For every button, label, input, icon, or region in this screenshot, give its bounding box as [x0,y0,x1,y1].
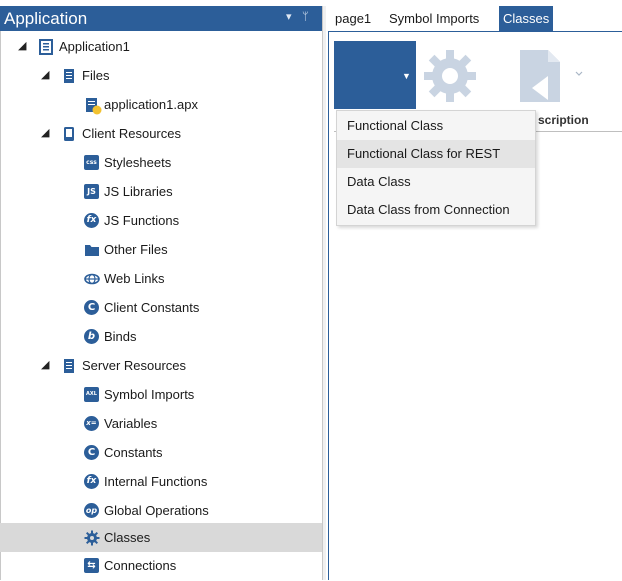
solution-explorer-panel: Application ▾ ᛘ ◢ Application1 ◢ Files a… [0,0,326,580]
document-icon [520,50,583,102]
constant-icon: C [84,445,100,461]
column-header-description[interactable]: scription [538,113,589,127]
tree-item-label: Client Constants [104,300,200,315]
files-icon [61,68,77,84]
tree-item-other-files[interactable]: Other Files [0,236,322,265]
tree-item-label: Global Operations [104,503,209,518]
fx-icon: fx [84,213,100,229]
panel-menu-icon[interactable]: ▾ [286,10,292,24]
tree-item-js-functions[interactable]: fx JS Functions [0,207,322,236]
connection-icon: ⇆ [84,558,100,574]
constant-icon: C [84,300,100,316]
gear-icon [424,50,476,102]
menu-item-functional-class-rest[interactable]: Functional Class for REST [337,140,535,168]
fx-icon: fx [84,474,100,490]
add-class-menu: Functional Class Functional Class for RE… [336,110,536,226]
tree-item-label: Symbol Imports [104,387,195,402]
tree-item-binds[interactable]: b Binds [0,323,322,352]
tree-item-web-links[interactable]: Web Links [0,265,322,294]
tree-item-label: Classes [104,530,151,545]
tree-item-label: Variables [104,416,158,431]
chevron-down-icon: ▼ [402,71,411,81]
web-link-icon [84,271,100,287]
tree-item-label: Other Files [104,242,168,257]
bind-icon: b [84,329,100,345]
tree-item-label: Files [82,68,110,83]
js-icon: JS [84,184,100,200]
tab-symbol-imports[interactable]: Symbol Imports [389,6,479,31]
variable-icon: x= [84,416,100,432]
tree-item-label: Application1 [59,39,130,54]
tree-item-symbol-imports[interactable]: AXL Symbol Imports [0,381,322,410]
server-resources-icon [61,358,77,374]
expand-arrow-icon[interactable]: ◢ [41,126,49,140]
tab-classes[interactable]: Classes [499,6,554,31]
tree-item-client-resources[interactable]: ◢ Client Resources [0,120,322,149]
operation-icon: op [84,503,100,519]
tree-item-label: Binds [104,329,137,344]
tree-item-application1[interactable]: ◢ Application1 [0,33,322,62]
tree-item-label: Connections [104,558,177,573]
tree-item-label: Internal Functions [104,474,208,489]
tree-item-server-resources[interactable]: ◢ Server Resources [0,352,322,381]
panel-splitter[interactable] [322,6,326,580]
tree-item-constants[interactable]: C Constants [0,439,322,468]
gear-icon [84,530,100,546]
add-class-dropdown-button[interactable]: ▼ [334,41,416,109]
folder-icon [84,242,100,258]
css-icon: css [84,155,100,171]
tree-item-label: Web Links [104,271,165,286]
tree-item-stylesheets[interactable]: css Stylesheets [0,149,322,178]
tree-item-connections[interactable]: ⇆ Connections [0,552,322,581]
panel-title: Application [4,9,88,28]
expand-arrow-icon[interactable]: ◢ [41,358,49,372]
client-resources-icon [61,126,77,142]
tree-item-client-constants[interactable]: C Client Constants [0,294,322,323]
panel-header: Application ▾ ᛘ [0,6,322,31]
expand-arrow-icon[interactable]: ◢ [41,68,49,82]
tree-item-label: JS Functions [104,213,180,228]
document-dropdown-button[interactable] [518,46,588,106]
tree-item-label: Stylesheets [104,155,172,170]
pin-icon[interactable]: ᛘ [302,10,309,24]
menu-item-functional-class[interactable]: Functional Class [337,112,535,140]
menu-item-data-class[interactable]: Data Class [337,168,535,196]
tree-item-internal-functions[interactable]: fx Internal Functions [0,468,322,497]
tab-page1[interactable]: page1 [335,6,371,31]
expand-arrow-icon[interactable]: ◢ [18,39,26,53]
tree-item-label: Server Resources [82,358,187,373]
tree-item-global-operations[interactable]: op Global Operations [0,497,322,526]
menu-item-data-class-from-connection[interactable]: Data Class from Connection [337,196,535,224]
tree-item-variables[interactable]: x= Variables [0,410,322,439]
tree-item-classes[interactable]: Classes [0,523,322,552]
symbol-import-icon: AXL [84,387,100,403]
application-icon [38,39,54,55]
tree-item-files[interactable]: ◢ Files [0,62,322,91]
apx-file-icon [84,97,102,115]
class-settings-button[interactable] [420,48,480,104]
tree-item-label: Constants [104,445,163,460]
tree-item-application-file[interactable]: application1.apx [0,91,322,120]
tree-item-label: Client Resources [82,126,181,141]
tree-item-js-libraries[interactable]: JS JS Libraries [0,178,322,207]
tree-item-label: application1.apx [104,97,198,112]
tree-item-label: JS Libraries [104,184,173,199]
